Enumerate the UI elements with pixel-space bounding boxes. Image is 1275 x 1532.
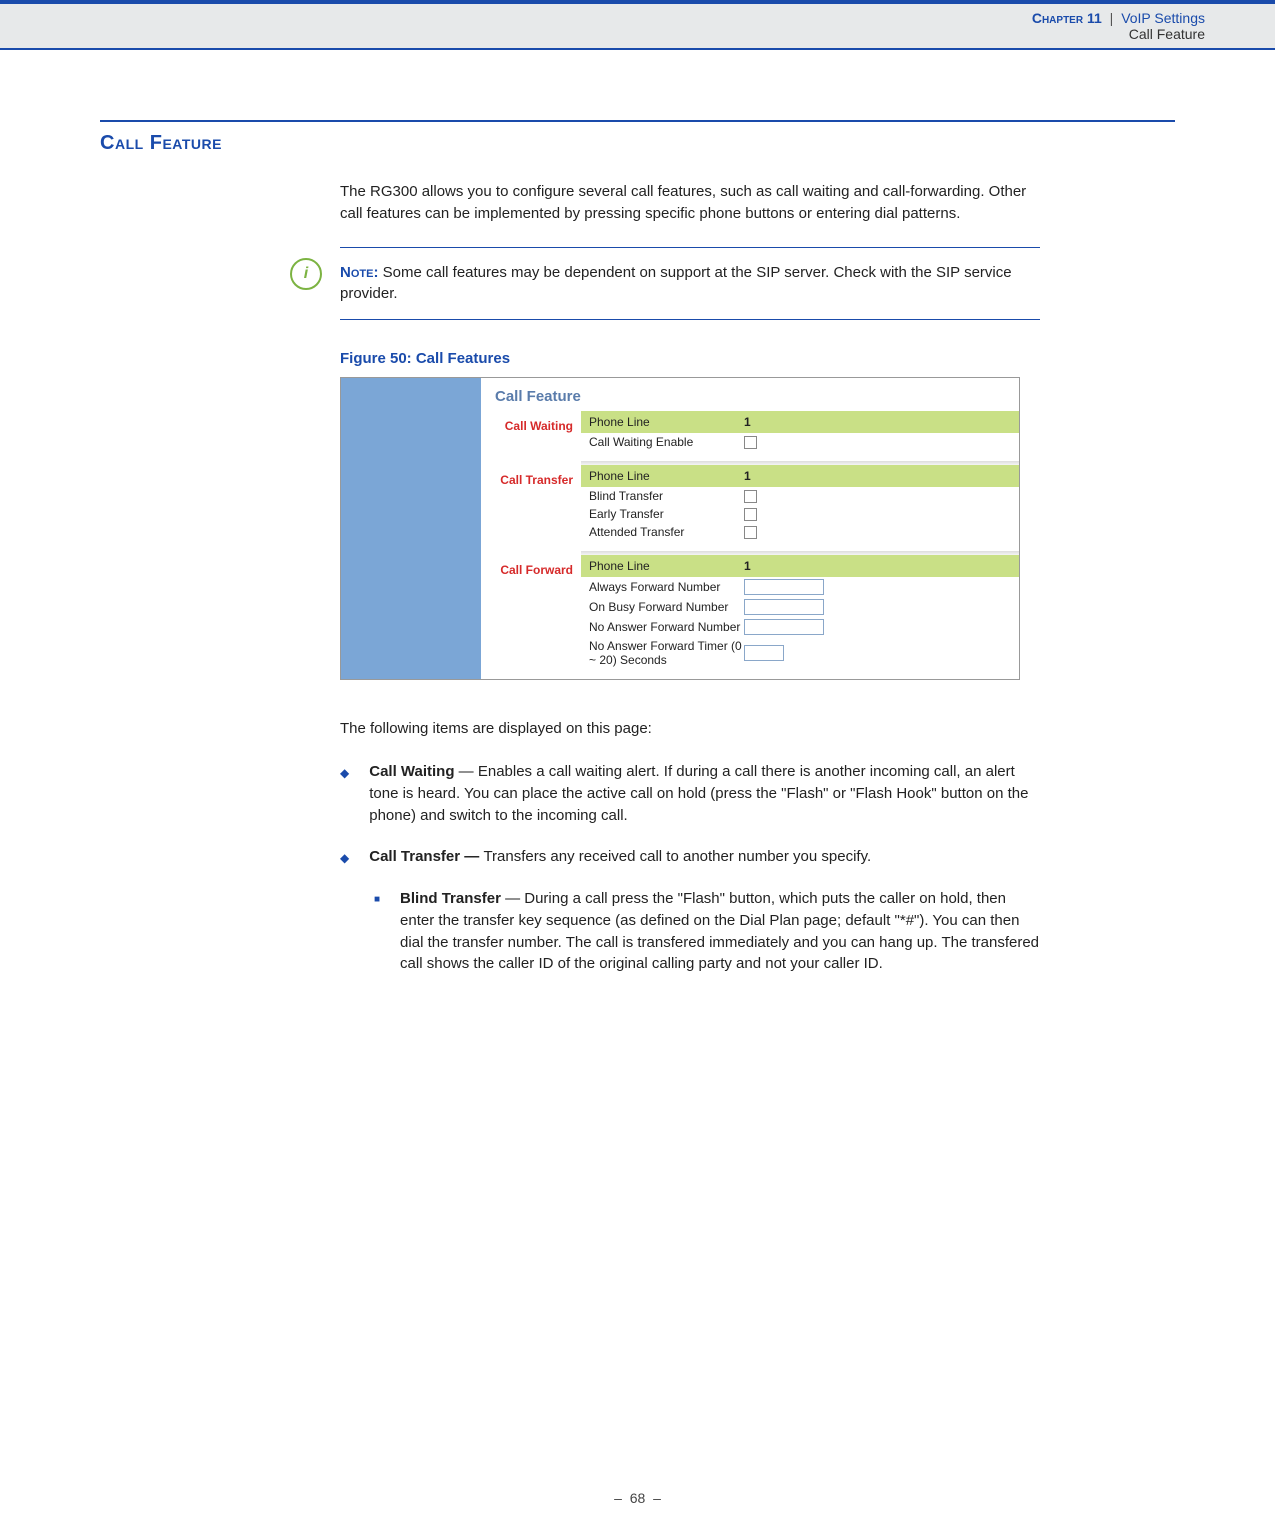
page-footer: – 68 – [0,1490,1275,1506]
content-area: Call Feature The RG300 allows you to con… [0,50,1275,975]
bullet-text: Call Waiting — Enables a call waiting al… [369,761,1040,826]
bullet-call-waiting: ◆ Call Waiting — Enables a call waiting … [340,761,1040,826]
label-early-transfer: Early Transfer [589,507,744,521]
row-blind-transfer: Blind Transfer [581,487,1019,505]
body-block: The RG300 allows you to configure severa… [340,181,1040,975]
bullet-term: Call Waiting [369,763,454,780]
table-header: Phone Line 1 [581,555,1019,577]
bullet-text: Call Transfer — Transfers any received c… [369,846,871,868]
spacer [581,451,1019,461]
sub-blind-transfer: ■ Blind Transfer — During a call press t… [374,888,1040,975]
input-always-forward[interactable] [744,579,824,595]
diamond-bullet-icon: ◆ [340,765,349,826]
checkbox-blind-transfer[interactable] [744,490,757,503]
title-rest: all Feature [115,132,222,154]
label-noanswer-forward: No Answer Forward Number [589,620,744,634]
row-onbusy-forward: On Busy Forward Number [581,597,1019,617]
section-rule [100,120,1175,122]
figure-screenshot: Call Feature Call Waiting Phone Line 1 C… [340,377,1020,680]
figure-group-forward: Call Forward Phone Line 1 Always Forward… [481,555,1019,679]
spacer [581,669,1019,679]
header-phone-line: Phone Line [589,415,744,429]
row-noanswer-timer: No Answer Forward Timer (0 ~ 20) Seconds [581,637,1019,669]
group-label-waiting: Call Waiting [481,411,581,465]
header-value: 1 [744,559,751,573]
header-breadcrumb: Chapter 11 | VoIP Settings [0,10,1205,26]
header-section: VoIP Settings [1121,10,1205,26]
note-text: Note: Some call features may be dependen… [340,262,1040,306]
header-separator: | [1110,10,1114,26]
header-phone-line: Phone Line [589,559,744,573]
row-call-waiting-enable: Call Waiting Enable [581,433,1019,451]
header-chapter: Chapter 11 [1032,10,1102,26]
bullet-term: Call Transfer — [369,848,483,865]
row-attended-transfer: Attended Transfer [581,523,1019,541]
sub-text: Blind Transfer — During a call press the… [400,888,1040,975]
note-rule-top [340,247,1040,248]
figure-group-transfer: Call Transfer Phone Line 1 Blind Transfe… [481,465,1019,555]
note-label: Note: [340,264,378,281]
checkbox-early-transfer[interactable] [744,508,757,521]
input-noanswer-forward[interactable] [744,619,824,635]
group-table-forward: Phone Line 1 Always Forward Number On Bu… [581,555,1019,679]
table-header: Phone Line 1 [581,465,1019,487]
intro-paragraph: The RG300 allows you to configure severa… [340,181,1040,225]
sub-list: ■ Blind Transfer — During a call press t… [374,888,1040,975]
note-rule-bottom [340,319,1040,320]
group-table-transfer: Phone Line 1 Blind Transfer Early Transf… [581,465,1019,555]
figure-main: Call Feature Call Waiting Phone Line 1 C… [481,378,1019,679]
group-label-forward: Call Forward [481,555,581,679]
bullet-call-transfer: ◆ Call Transfer — Transfers any received… [340,846,1040,868]
bullet-desc: Transfers any received call to another n… [483,848,871,865]
footer-page-number: 68 [630,1490,646,1506]
label-attended-transfer: Attended Transfer [589,525,744,539]
footer-dash-left: – [614,1490,622,1506]
label-always-forward: Always Forward Number [589,580,744,594]
table-header: Phone Line 1 [581,411,1019,433]
sub-term: Blind Transfer [400,890,501,907]
bullet-desc: — Enables a call waiting alert. If durin… [369,763,1028,824]
info-icon: i [290,258,322,290]
input-onbusy-forward[interactable] [744,599,824,615]
header-phone-line: Phone Line [589,469,744,483]
footer-dash-right: – [653,1490,661,1506]
note-row: i Note: Some call features may be depend… [340,262,1040,306]
checkbox-call-waiting-enable[interactable] [744,436,757,449]
checkbox-attended-transfer[interactable] [744,526,757,539]
figure-group-waiting: Call Waiting Phone Line 1 Call Waiting E… [481,411,1019,465]
input-noanswer-timer[interactable] [744,645,784,661]
following-text: The following items are displayed on thi… [340,720,1040,737]
figure-caption: Figure 50: Call Features [340,350,1040,367]
group-table-waiting: Phone Line 1 Call Waiting Enable [581,411,1019,465]
title-first-letter: C [100,132,115,154]
header-value: 1 [744,469,751,483]
row-always-forward: Always Forward Number [581,577,1019,597]
row-early-transfer: Early Transfer [581,505,1019,523]
label-call-waiting-enable: Call Waiting Enable [589,435,744,449]
header-value: 1 [744,415,751,429]
figure-sidebar [341,378,481,679]
label-blind-transfer: Blind Transfer [589,489,744,503]
page-header: Chapter 11 | VoIP Settings Call Feature [0,4,1275,50]
diamond-bullet-icon: ◆ [340,850,349,868]
square-bullet-icon: ■ [374,893,380,975]
row-noanswer-forward: No Answer Forward Number [581,617,1019,637]
note-body: Some call features may be dependent on s… [340,264,1012,303]
figure-panel-title: Call Feature [481,378,1019,411]
bullet-list: ◆ Call Waiting — Enables a call waiting … [340,761,1040,868]
label-onbusy-forward: On Busy Forward Number [589,600,744,614]
group-label-transfer: Call Transfer [481,465,581,555]
header-subsection: Call Feature [0,26,1205,42]
label-noanswer-timer: No Answer Forward Timer (0 ~ 20) Seconds [589,639,744,667]
spacer [581,541,1019,551]
section-title: Call Feature [100,132,1175,155]
